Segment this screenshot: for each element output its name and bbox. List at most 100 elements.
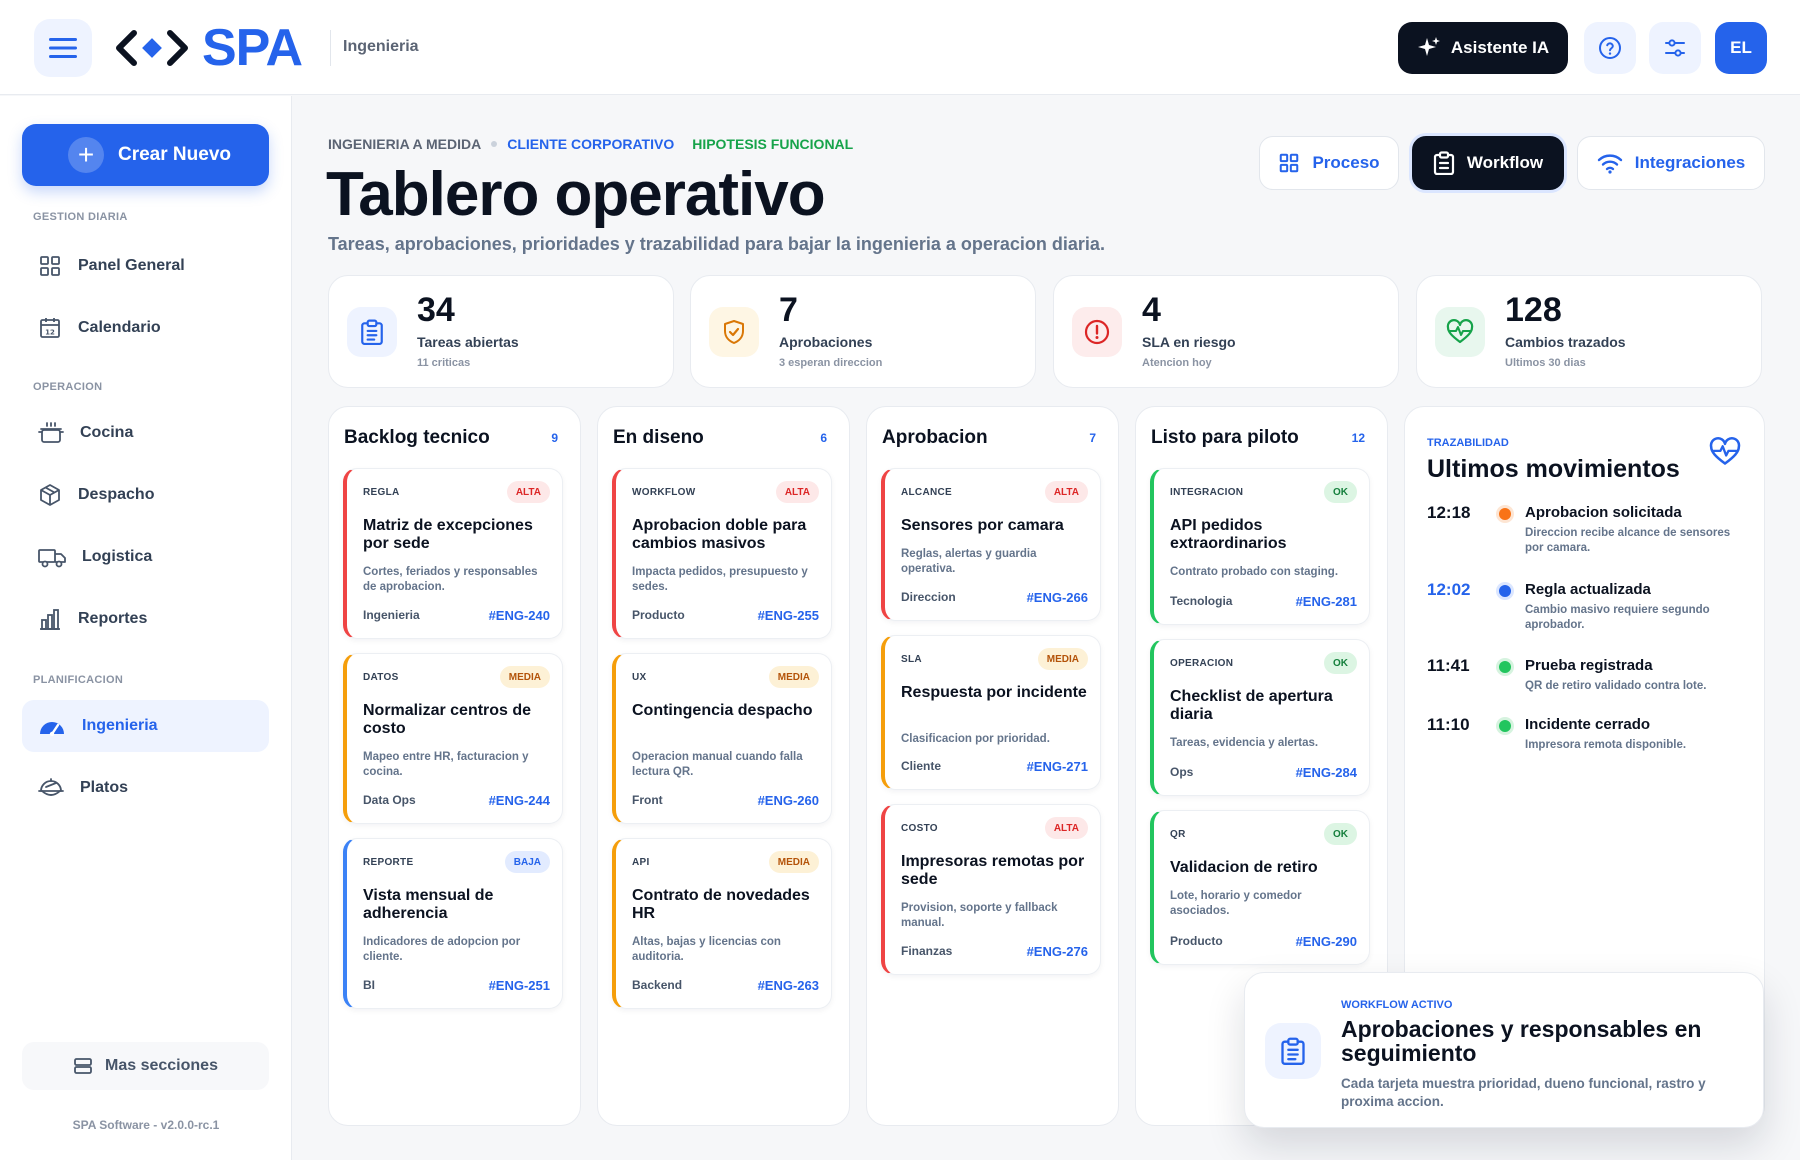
clipboard-icon [1433, 151, 1455, 175]
create-new-button[interactable]: + Crear Nuevo [22, 124, 269, 186]
card-title: Contingencia despacho [632, 702, 813, 719]
movement-desc: Direccion recibe alcance de sensores por… [1525, 527, 1731, 554]
stat-note: 11 criticas [417, 357, 471, 369]
filters-button[interactable] [1649, 22, 1701, 74]
more-sections-label: Mas secciones [105, 1057, 218, 1074]
priority-badge: OK [1324, 652, 1357, 674]
stat-card-cambios[interactable]: 128 Cambios trazados Ultimos 30 dias [1416, 275, 1762, 388]
pot-icon [38, 422, 64, 443]
card-owner: Ingenieria [363, 608, 420, 622]
priority-badge: OK [1324, 823, 1357, 845]
card-id-link[interactable]: #ENG-284 [1296, 765, 1357, 780]
more-sections-button[interactable]: Mas secciones [22, 1042, 269, 1090]
breadcrumb-item[interactable]: INGENIERIA A MEDIDA [328, 136, 481, 152]
active-workflow-card[interactable]: WORKFLOW ACTIVO Aprobaciones y responsab… [1244, 972, 1764, 1128]
sidebar-item-platos[interactable]: Platos [22, 762, 269, 814]
card-tag: API [632, 857, 650, 868]
status-dot [1499, 720, 1511, 732]
task-card[interactable]: SLA MEDIA Respuesta por incidente Clasif… [881, 635, 1101, 790]
sidebar-item-label: Calendario [78, 319, 161, 336]
sidebar-item-logistica[interactable]: Logistica [22, 531, 269, 583]
sidebar-item-panel-general[interactable]: Panel General [22, 240, 269, 292]
card-tag: COSTO [901, 823, 938, 834]
stat-card-tareas[interactable]: 34 Tareas abiertas 11 criticas [328, 275, 674, 388]
task-card[interactable]: REGLA ALTA Matriz de excepciones por sed… [343, 468, 563, 639]
card-id-link[interactable]: #ENG-281 [1296, 594, 1357, 609]
card-description: Indicadores de adopcion por cliente. [363, 936, 521, 963]
task-card[interactable]: COSTO ALTA Impresoras remotas por sede P… [881, 804, 1101, 975]
sidebar: + Crear Nuevo GESTION DIARIA Panel Gener… [0, 96, 292, 1160]
ai-assistant-button[interactable]: Asistente IA [1398, 22, 1568, 74]
sidebar-item-despacho[interactable]: Despacho [22, 469, 269, 521]
stat-card-aprobaciones[interactable]: 7 Aprobaciones 3 esperan direccion [690, 275, 1036, 388]
sidebar-item-label: Reportes [78, 610, 148, 627]
card-owner: Direccion [901, 590, 956, 604]
card-id-link[interactable]: #ENG-276 [1027, 944, 1088, 959]
task-card[interactable]: INTEGRACION OK API pedidos extraordinari… [1150, 468, 1370, 625]
priority-badge: OK [1324, 481, 1357, 503]
card-owner: Cliente [901, 759, 942, 773]
tab-label: Workflow [1466, 153, 1544, 172]
stack-icon [74, 1058, 92, 1074]
app-logo[interactable]: SPA [114, 22, 303, 74]
priority-badge: BAJA [504, 851, 550, 873]
card-tag: UX [632, 672, 647, 683]
card-tag: DATOS [363, 672, 399, 683]
task-card[interactable]: OPERACION OK Checklist de apertura diari… [1150, 639, 1370, 796]
card-id-link[interactable]: #ENG-290 [1296, 934, 1357, 949]
stat-note: Atencion hoy [1142, 357, 1212, 369]
card-description: Reglas, alertas y guardia operativa. [901, 548, 1037, 575]
tab-label: Proceso [1312, 153, 1380, 172]
help-button[interactable] [1584, 22, 1636, 74]
stat-value: 7 [779, 291, 798, 329]
plus-icon: + [68, 137, 104, 173]
tab-workflow[interactable]: Workflow [1412, 136, 1564, 190]
task-card[interactable]: ALCANCE ALTA Sensores por camara Reglas,… [881, 468, 1101, 621]
breadcrumb-item[interactable]: HIPOTESIS FUNCIONAL [692, 136, 853, 152]
card-id-link[interactable]: #ENG-240 [489, 608, 550, 623]
ai-assistant-label: Asistente IA [1450, 38, 1550, 57]
card-description: Impacta pedidos, presupuesto y sedes. [632, 566, 808, 593]
sidebar-item-reportes[interactable]: Reportes [22, 593, 269, 645]
sidebar-item-ingenieria[interactable]: Ingenieria [22, 700, 269, 752]
movement-title: Aprobacion solicitada [1525, 504, 1682, 521]
card-title: API pedidos extraordinarios [1170, 517, 1287, 552]
card-id-link[interactable]: #ENG-244 [489, 793, 550, 808]
card-id-link[interactable]: #ENG-266 [1027, 590, 1088, 605]
task-card[interactable]: API MEDIA Contrato de novedades HR Altas… [612, 838, 832, 1009]
column-title: Listo para piloto [1151, 427, 1299, 448]
task-card[interactable]: DATOS MEDIA Normalizar centros de costo … [343, 653, 563, 824]
card-id-link[interactable]: #ENG-271 [1027, 759, 1088, 774]
card-owner: Ops [1170, 765, 1194, 779]
status-dot [1499, 508, 1511, 520]
card-description: Contrato probado con staging. [1170, 566, 1339, 578]
wifi-icon [1597, 154, 1622, 174]
bar-chart-icon [40, 609, 60, 630]
card-id-link[interactable]: #ENG-251 [489, 978, 550, 993]
task-card[interactable]: QR OK Validacion de retiro Lote, horario… [1150, 810, 1370, 965]
card-id-link[interactable]: #ENG-263 [758, 978, 819, 993]
priority-badge: MEDIA [768, 666, 819, 688]
card-id-link[interactable]: #ENG-260 [758, 793, 819, 808]
clipboard-icon [1281, 1037, 1305, 1065]
user-avatar[interactable]: EL [1715, 22, 1767, 74]
heart-pulse-icon [1446, 319, 1474, 344]
movement-time: 11:41 [1427, 656, 1470, 675]
tab-proceso[interactable]: Proceso [1259, 136, 1399, 190]
sidebar-item-calendario[interactable]: 12 Calendario [22, 302, 269, 354]
column-count: 12 [1351, 431, 1365, 445]
menu-button[interactable] [34, 19, 92, 77]
card-id-link[interactable]: #ENG-255 [758, 608, 819, 623]
card-description: Lote, horario y comedor asociados. [1170, 890, 1302, 917]
tab-integraciones[interactable]: Integraciones [1577, 136, 1765, 190]
priority-badge: MEDIA [1037, 648, 1088, 670]
task-card[interactable]: WORKFLOW ALTA Aprobacion doble para camb… [612, 468, 832, 639]
sidebar-item-cocina[interactable]: Cocina [22, 407, 269, 459]
task-card[interactable]: REPORTE BAJA Vista mensual de adherencia… [343, 838, 563, 1009]
stat-card-sla[interactable]: 4 SLA en riesgo Atencion hoy [1053, 275, 1399, 388]
card-description: Operacion manual cuando falla lectura QR… [632, 751, 803, 778]
sidebar-item-label: Panel General [78, 257, 185, 274]
task-card[interactable]: UX MEDIA Contingencia despacho Operacion… [612, 653, 832, 824]
breadcrumb-item[interactable]: CLIENTE CORPORATIVO [507, 136, 674, 152]
trace-title: Ultimos movimientos [1427, 455, 1680, 483]
